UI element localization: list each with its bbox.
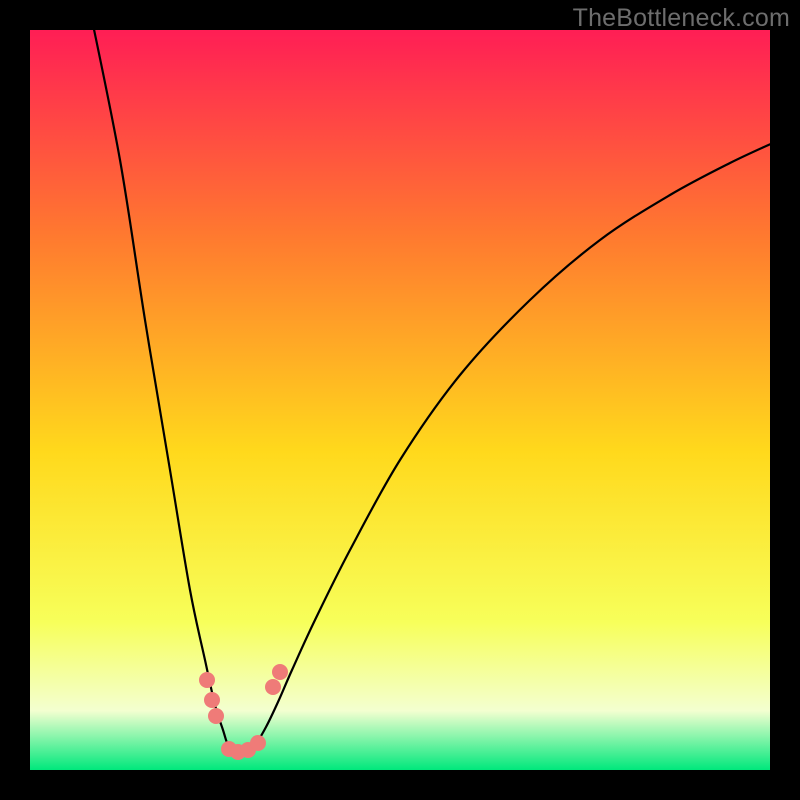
chart-frame: TheBottleneck.com [0,0,800,800]
bottleneck-curve-svg [30,30,770,770]
data-point-marker [265,679,281,695]
data-markers-group [199,664,288,760]
watermark-text: TheBottleneck.com [573,4,790,33]
plot-area [30,30,770,770]
data-point-marker [208,708,224,724]
bottleneck-curve-path [90,30,770,753]
data-point-marker [199,672,215,688]
data-point-marker [204,692,220,708]
data-point-marker [272,664,288,680]
data-point-marker [250,735,266,751]
